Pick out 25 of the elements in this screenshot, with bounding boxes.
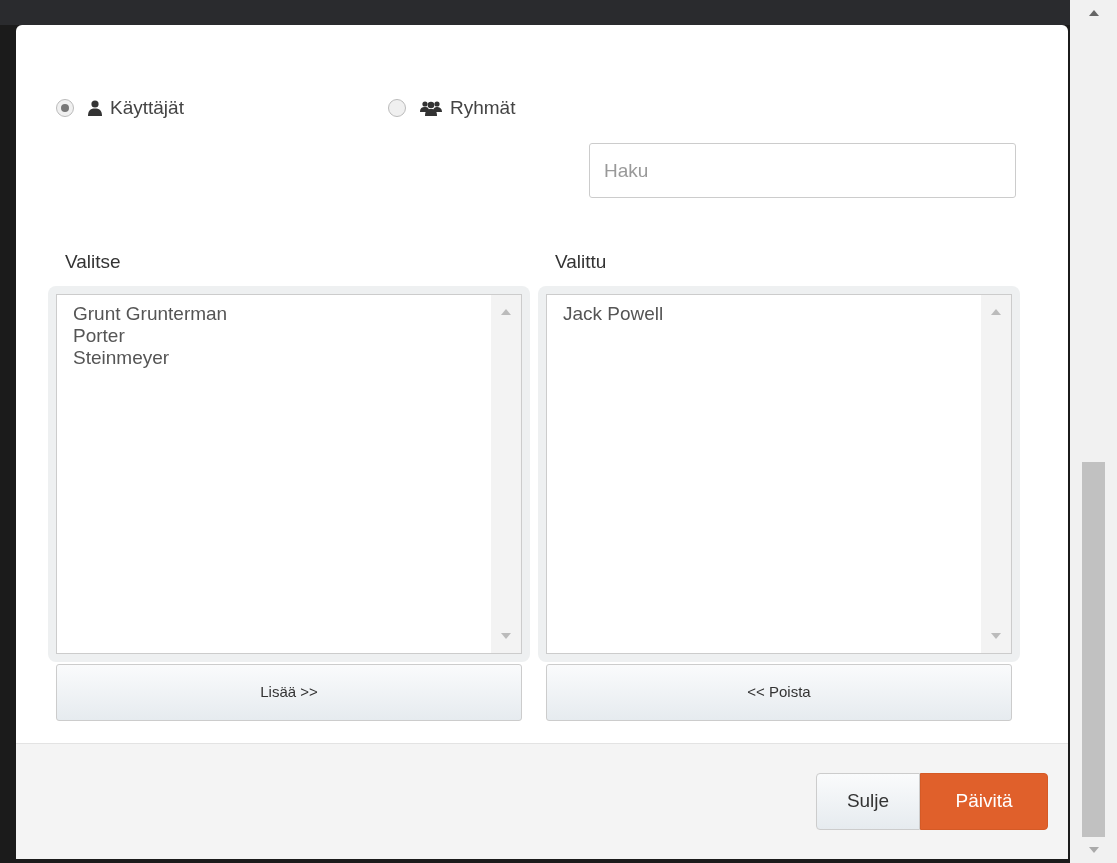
list-button[interactable]: << Poista [546, 663, 1012, 721]
list-item[interactable]: Steinmeyer [73, 346, 170, 369]
update-button[interactable]: Päivitä [920, 773, 1048, 830]
user-icon [88, 100, 102, 116]
scroll-up-icon[interactable] [1088, 10, 1099, 16]
listbox[interactable]: Grunt Grunterman Porter Steinmeyer [56, 293, 522, 654]
radio-label[interactable]: Käyttäjät [110, 93, 184, 123]
list-item[interactable]: Porter [73, 324, 125, 347]
list-item[interactable]: Jack Powell [563, 302, 664, 325]
search-field[interactable]: Haku [589, 143, 1016, 198]
list-title: Valittu [555, 250, 607, 274]
list-item[interactable]: Grunt Grunterman [73, 302, 228, 325]
list-button[interactable]: Lisää >> [56, 663, 522, 721]
close-button[interactable]: Sulje [816, 773, 920, 830]
list-title: Valitse [65, 250, 121, 274]
radio-label[interactable]: Ryhmät [450, 93, 516, 123]
radio-button[interactable] [56, 99, 74, 117]
scrollbar-thumb[interactable] [1082, 462, 1105, 837]
group-icon [420, 100, 442, 116]
listbox[interactable]: Jack Powell [546, 293, 1012, 654]
scroll-down-icon[interactable] [991, 632, 1001, 639]
radio-button[interactable] [388, 99, 406, 117]
scrollbar[interactable] [1070, 0, 1117, 863]
scroll-down-icon[interactable] [1088, 847, 1099, 853]
scroll-down-icon[interactable] [501, 632, 511, 639]
